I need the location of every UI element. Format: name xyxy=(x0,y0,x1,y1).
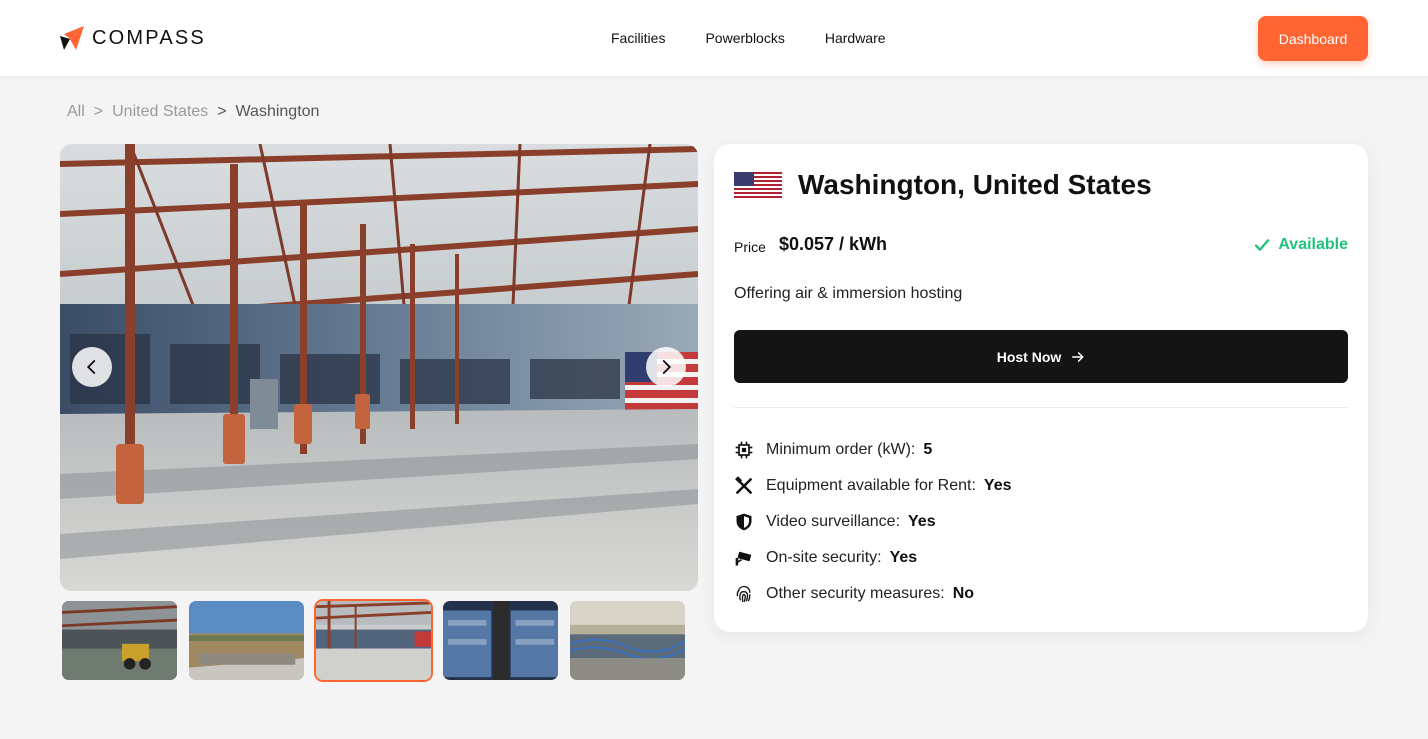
feature-label: On-site security: xyxy=(766,549,882,566)
host-now-button[interactable]: Host Now xyxy=(734,330,1348,383)
feature-minimum-order: Minimum order (kW): 5 xyxy=(734,432,1012,468)
feature-other-security: Other security measures: No xyxy=(734,576,1012,612)
feature-label: Video surveillance: xyxy=(766,513,901,530)
check-icon xyxy=(1255,239,1270,251)
feature-label: Minimum order (kW): xyxy=(766,441,916,458)
breadcrumb: All > United States > Washington xyxy=(67,103,328,121)
main-nav: Facilities Powerblocks Hardware xyxy=(611,30,926,46)
feature-value: Yes xyxy=(983,477,1012,494)
thumbnail-strip xyxy=(60,599,695,682)
breadcrumb-separator: > xyxy=(93,103,104,120)
chevron-right-icon xyxy=(662,360,672,374)
feature-value: Yes xyxy=(889,549,918,566)
shield-icon xyxy=(734,512,754,532)
tools-icon xyxy=(734,476,754,496)
thumbnail-miner-rows[interactable] xyxy=(441,599,560,682)
security-camera-icon xyxy=(734,548,754,568)
previous-image-button[interactable] xyxy=(72,347,112,387)
thumbnail-image xyxy=(62,601,177,680)
location-title: Washington, United States xyxy=(798,169,1152,200)
breadcrumb-united-states[interactable]: United States xyxy=(112,103,208,121)
brand-name: COMPASS xyxy=(92,26,206,49)
main-gallery-image xyxy=(60,144,698,591)
thumbnail-warehouse-loader[interactable] xyxy=(60,599,179,682)
host-now-label: Host Now xyxy=(996,348,1062,365)
chevron-left-icon xyxy=(86,360,96,374)
price-value: $0.057 / kWh xyxy=(779,234,888,254)
feature-value: Yes xyxy=(908,513,936,530)
nav-powerblocks[interactable]: Powerblocks xyxy=(705,30,784,46)
thumbnail-image xyxy=(570,601,685,680)
top-header: COMPASS Facilities Powerblocks Hardware … xyxy=(0,0,1428,77)
chip-icon xyxy=(734,440,754,460)
thumbnail-warehouse-flag[interactable] xyxy=(314,599,433,682)
thumbnail-cable-rack[interactable] xyxy=(568,599,687,682)
breadcrumb-washington: Washington xyxy=(235,103,320,120)
compass-logo-icon xyxy=(60,26,84,50)
feature-video-surveillance: Video surveillance: Yes xyxy=(734,504,1012,540)
section-divider xyxy=(734,407,1348,408)
fingerprint-icon xyxy=(734,584,754,604)
dashboard-button[interactable]: Dashboard xyxy=(1258,16,1368,61)
feature-equipment-rent: Equipment available for Rent: Yes xyxy=(734,468,1012,504)
feature-value: 5 xyxy=(923,441,933,458)
warehouse-photo xyxy=(60,144,698,591)
thumbnail-image xyxy=(189,601,304,680)
feature-list: Minimum order (kW): 5 Equipment availabl… xyxy=(734,432,1012,612)
brand-logo[interactable]: COMPASS xyxy=(60,26,206,50)
breadcrumb-separator: > xyxy=(217,103,227,120)
us-flag-icon xyxy=(734,172,782,198)
thumbnail-image xyxy=(443,601,558,680)
thumbnail-aerial-site[interactable] xyxy=(187,599,306,682)
nav-hardware[interactable]: Hardware xyxy=(825,30,886,46)
breadcrumb-all[interactable]: All xyxy=(67,103,85,121)
location-card: Washington, United States Price $0.057 /… xyxy=(714,144,1368,632)
next-image-button[interactable] xyxy=(646,347,686,387)
price-label: Price xyxy=(734,239,766,255)
feature-value: No xyxy=(952,585,975,602)
arrow-right-icon xyxy=(1072,351,1084,362)
feature-label: Equipment available for Rent: xyxy=(766,477,976,494)
availability-status: Available xyxy=(1254,236,1348,254)
offering-text: Offering air & immersion hosting xyxy=(734,285,963,302)
availability-label: Available xyxy=(1278,236,1348,253)
feature-label: Other security measures: xyxy=(766,585,945,602)
feature-onsite-security: On-site security: Yes xyxy=(734,540,1012,576)
thumbnail-image xyxy=(316,601,431,680)
nav-facilities[interactable]: Facilities xyxy=(611,30,665,46)
